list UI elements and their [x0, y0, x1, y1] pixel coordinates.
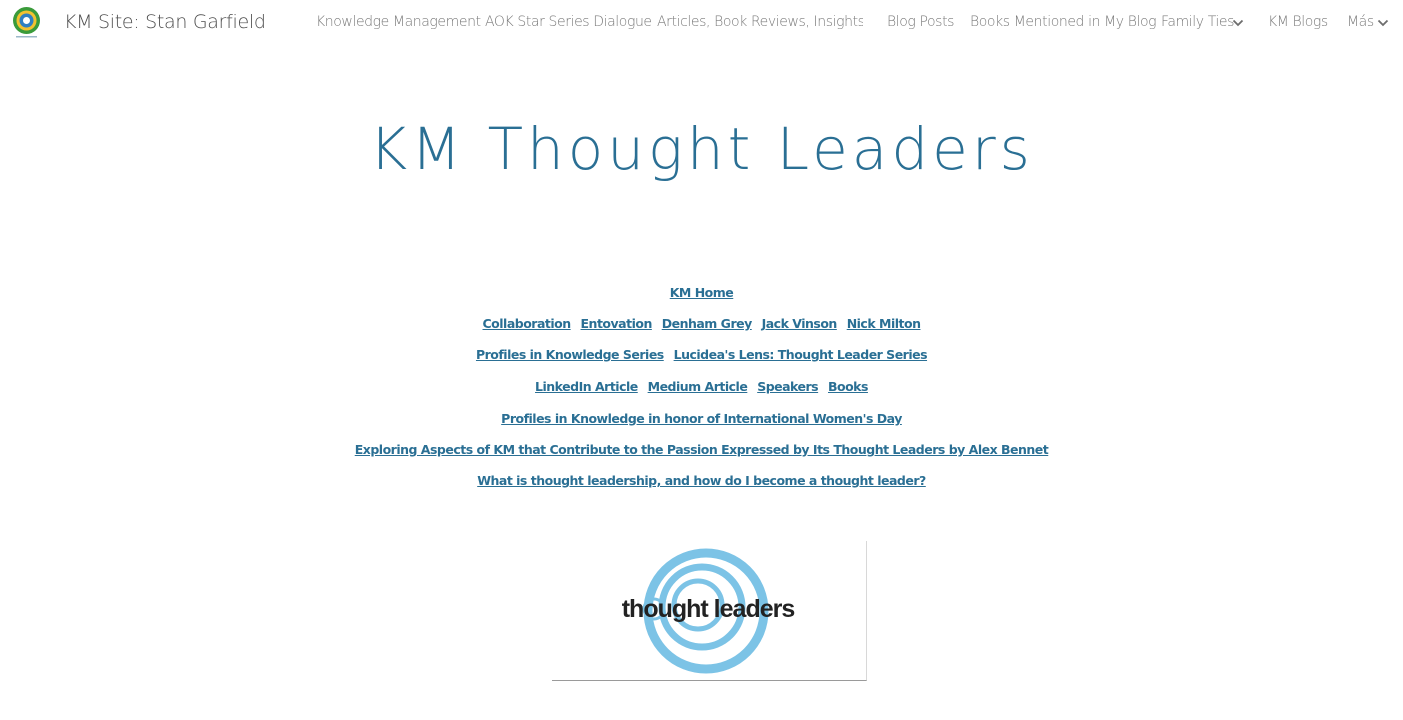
link-lucidea-lens[interactable]: Lucidea's Lens: Thought Leader Series [674, 347, 928, 362]
link-entovation[interactable]: Entovation [581, 316, 653, 331]
link-nick-milton[interactable]: Nick Milton [847, 316, 921, 331]
nav-more[interactable]: Más [1347, 14, 1374, 30]
page-title: KM Thought Leaders [369, 115, 1034, 183]
link-jack-vinson[interactable]: Jack Vinson [762, 316, 838, 331]
link-row-3: Profiles in Knowledge Series Lucidea's L… [0, 347, 1403, 362]
link-womens-day-profiles[interactable]: Profiles in Knowledge in honor of Intern… [501, 411, 902, 426]
chevron-down-icon[interactable] [1377, 18, 1389, 28]
thought-leaders-logo-icon: thought leaders [622, 548, 795, 674]
link-speakers[interactable]: Speakers [757, 379, 818, 394]
link-books[interactable]: Books [828, 379, 868, 394]
nav-articles[interactable]: Articles, Book Reviews, Insights, … [657, 14, 863, 30]
link-row-5: Profiles in Knowledge in honor of Intern… [0, 411, 1403, 426]
nav-aok-star-series[interactable]: AOK Star Series Dialogue [485, 14, 652, 30]
link-exploring-aspects[interactable]: Exploring Aspects of KM that Contribute … [355, 442, 1049, 457]
link-medium-article[interactable]: Medium Article [648, 379, 748, 394]
thought-leaders-logo-text: thought leaders [622, 595, 795, 623]
link-profiles-in-knowledge[interactable]: Profiles in Knowledge Series [476, 347, 664, 362]
nav-blog-posts[interactable]: Blog Posts [887, 14, 954, 30]
link-what-is-thought-leadership[interactable]: What is thought leadership, and how do I… [477, 473, 926, 488]
nav-family-ties[interactable]: Family Ties [1161, 14, 1234, 30]
thought-leaders-image: thought leaders [552, 541, 867, 681]
link-row-2: Collaboration Entovation Denham Grey Jac… [0, 316, 1403, 331]
nav-km-blogs[interactable]: KM Blogs [1268, 14, 1328, 30]
link-collaboration[interactable]: Collaboration [483, 316, 572, 331]
site-title[interactable]: KM Site: Stan Garfield [64, 11, 266, 33]
link-row-6: Exploring Aspects of KM that Contribute … [0, 442, 1403, 457]
link-row-7: What is thought leadership, and how do I… [0, 473, 1403, 488]
top-navigation-bar: KM Site: Stan Garfield Knowledge Managem… [0, 0, 1403, 46]
globe-circle-logo-icon[interactable] [12, 6, 41, 39]
chevron-down-icon[interactable] [1232, 18, 1244, 28]
nav-books-mentioned[interactable]: Books Mentioned in My Blog [970, 14, 1157, 30]
link-km-home[interactable]: KM Home [670, 285, 734, 300]
nav-knowledge-management[interactable]: Knowledge Management [316, 14, 481, 30]
link-row-4: LinkedIn Article Medium Article Speakers… [0, 379, 1403, 394]
link-row-1: KM Home [0, 285, 1403, 300]
link-denham-grey[interactable]: Denham Grey [662, 316, 753, 331]
link-linkedin-article[interactable]: LinkedIn Article [535, 379, 638, 394]
